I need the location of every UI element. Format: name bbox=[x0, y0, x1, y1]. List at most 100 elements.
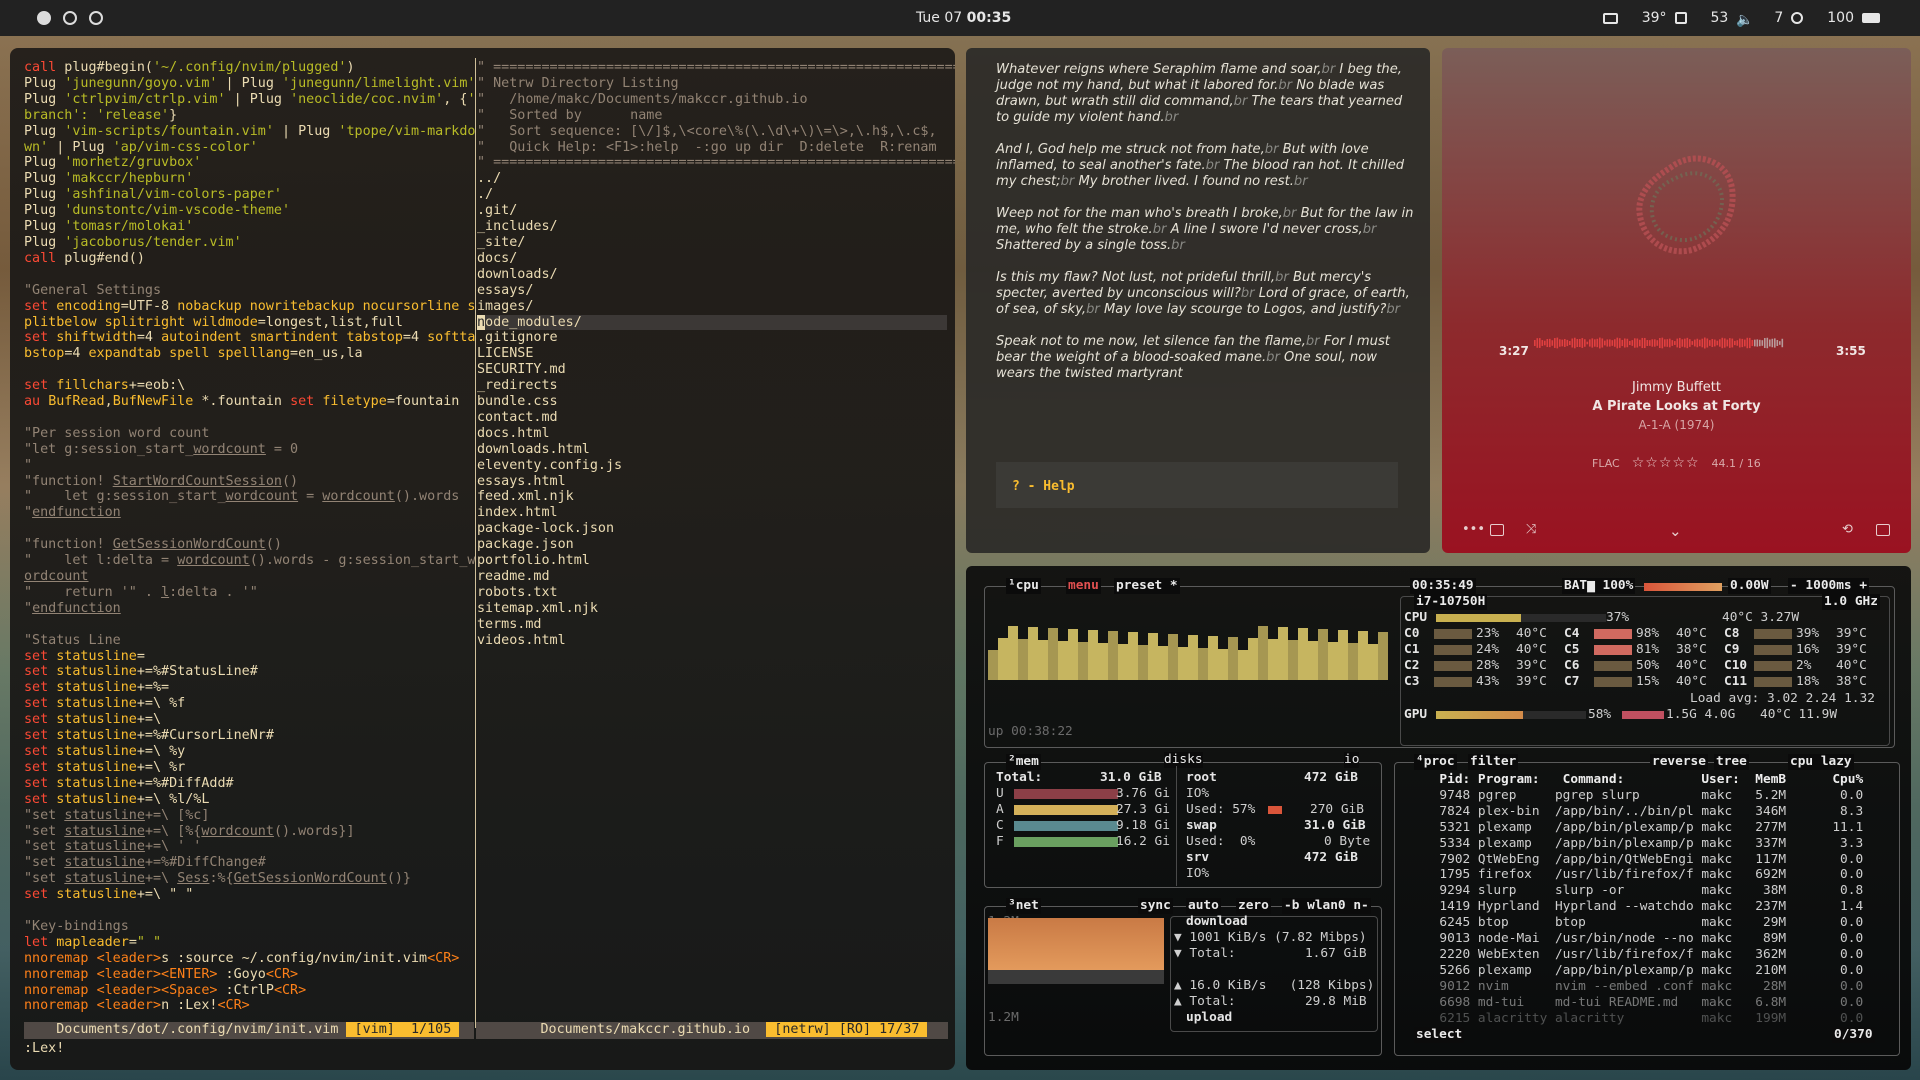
netrw-entry[interactable]: readme.md bbox=[477, 569, 947, 585]
process-row[interactable]: 6698 md-tui md-tui README.md makc 6.8M 0… bbox=[1424, 995, 1863, 1011]
repeat-icon[interactable]: ⟲ bbox=[1842, 522, 1853, 537]
netrw-entry[interactable]: robots.txt bbox=[477, 585, 947, 601]
init-vim-buffer[interactable]: call plug#begin('~/.config/nvim/plugged'… bbox=[24, 60, 476, 1014]
net-auto-toggle[interactable]: auto bbox=[1186, 898, 1221, 914]
workspace-1-dot[interactable] bbox=[37, 11, 51, 25]
screen-icon[interactable] bbox=[1490, 524, 1504, 536]
miniplayer-icon[interactable] bbox=[1876, 524, 1890, 536]
netrw-entry[interactable]: SECURITY.md bbox=[477, 362, 947, 378]
netrw-entry[interactable]: docs/ bbox=[477, 251, 947, 267]
workspace-2-dot[interactable] bbox=[63, 11, 77, 25]
netrw-entry[interactable]: terms.md bbox=[477, 617, 947, 633]
waveform-bar bbox=[1731, 338, 1734, 348]
waveform-bar bbox=[1579, 338, 1581, 348]
netrw-entry[interactable]: downloads/ bbox=[477, 267, 947, 283]
markdown-viewer-window[interactable]: Whatever reigns where Seraphim flame and… bbox=[966, 48, 1430, 553]
br-tag: br bbox=[1278, 78, 1293, 93]
proc-tree-toggle[interactable]: tree bbox=[1714, 754, 1749, 770]
track-album[interactable]: A-1-A (1974) bbox=[1442, 418, 1911, 432]
proc-select-label[interactable]: select bbox=[1414, 1027, 1465, 1043]
process-row[interactable]: 7824 plex-bin /app/bin/../bin/pl makc 34… bbox=[1424, 804, 1863, 820]
track-artist[interactable]: Jimmy Buffett bbox=[1442, 380, 1911, 395]
netrw-entry[interactable]: essays.html bbox=[477, 474, 947, 490]
process-row[interactable]: 2220 WebExten /usr/lib/firefox/f makc 36… bbox=[1424, 947, 1863, 963]
netrw-file-list[interactable]: .././.git/_includes/_site/docs/downloads… bbox=[477, 171, 947, 648]
process-row[interactable]: 5266 plexamp /app/bin/plexamp/p makc 210… bbox=[1424, 963, 1863, 979]
waveform-bar bbox=[1706, 338, 1709, 348]
net-box-title[interactable]: ³net bbox=[1006, 898, 1041, 914]
process-table[interactable]: Pid: Program: Command: User: MemB Cpu% 9… bbox=[1424, 772, 1863, 1027]
process-row[interactable]: 6215 alacritty alacritty makc 199M 0.0 bbox=[1424, 1011, 1863, 1027]
track-title: A Pirate Looks at Forty bbox=[1592, 399, 1761, 414]
process-row[interactable]: 7902 QtWebEng /app/bin/QtWebEngi makc 11… bbox=[1424, 852, 1863, 868]
netrw-header: " ======================================… bbox=[477, 60, 955, 171]
vim-command-line[interactable]: :Lex! bbox=[24, 1041, 64, 1057]
core-label: C9 bbox=[1724, 642, 1740, 657]
speaker-icon[interactable]: 🔈 bbox=[1736, 12, 1753, 28]
mem-box-title[interactable]: ²mem bbox=[1006, 754, 1041, 770]
process-row[interactable]: 9012 nvim nvim --embed .conf makc 28M 0.… bbox=[1424, 979, 1863, 995]
netrw-entry[interactable]: contact.md bbox=[477, 410, 947, 426]
netrw-entry[interactable]: ./ bbox=[477, 187, 947, 203]
brightness-icon[interactable] bbox=[1791, 12, 1804, 24]
more-icon[interactable]: ••• bbox=[1462, 522, 1485, 537]
proc-filter[interactable]: filter bbox=[1468, 754, 1519, 770]
netrw-entry[interactable]: _redirects bbox=[477, 378, 947, 394]
netrw-entry[interactable]: eleventy.config.js bbox=[477, 458, 947, 474]
netrw-entry[interactable]: feed.xml.njk bbox=[477, 489, 947, 505]
process-row[interactable]: 9013 node-Mai /usr/bin/node --no makc 89… bbox=[1424, 931, 1863, 947]
workspace-3-dot[interactable] bbox=[89, 11, 103, 25]
br-tag: br bbox=[1060, 174, 1075, 189]
proc-box-title[interactable]: ⁴proc bbox=[1414, 754, 1457, 770]
rating-stars[interactable]: ☆☆☆☆☆ bbox=[1632, 455, 1700, 471]
netrw-entry[interactable]: docs.html bbox=[477, 426, 947, 442]
netrw-entry[interactable]: ../ bbox=[477, 171, 947, 187]
disks-title[interactable]: disks bbox=[1164, 752, 1203, 768]
chevron-down-icon[interactable]: ⌄ bbox=[1669, 522, 1682, 540]
core-label: C11 bbox=[1724, 674, 1748, 689]
menu-button[interactable]: menu bbox=[1066, 578, 1101, 594]
netrw-entry[interactable]: index.html bbox=[477, 505, 947, 521]
netrw-entry[interactable]: _site/ bbox=[477, 235, 947, 251]
netrw-buffer[interactable]: " ======================================… bbox=[477, 60, 955, 649]
disks-io-toggle[interactable]: io bbox=[1344, 752, 1360, 768]
process-row[interactable]: 1795 firefox /usr/lib/firefox/f makc 692… bbox=[1424, 867, 1863, 883]
shuffle-icon[interactable]: ⤨ bbox=[1526, 522, 1536, 537]
netrw-entry[interactable]: portfolio.html bbox=[477, 553, 947, 569]
netrw-entry[interactable]: LICENSE bbox=[477, 346, 947, 362]
disk-root-used-value: 270 GiB bbox=[1310, 802, 1364, 817]
preset-button[interactable]: preset * bbox=[1114, 578, 1180, 594]
net-zero-toggle[interactable]: zero bbox=[1236, 898, 1271, 914]
netrw-entry[interactable]: .git/ bbox=[477, 203, 947, 219]
process-row[interactable]: 9294 slurp slurp -or makc 38M 0.8 bbox=[1424, 883, 1863, 899]
monitor-icon[interactable] bbox=[1602, 12, 1618, 24]
neovim-window[interactable]: call plug#begin('~/.config/nvim/plugged'… bbox=[10, 48, 955, 1070]
process-row[interactable]: 1419 Hyprland Hyprland --watchdo makc 23… bbox=[1424, 899, 1863, 915]
waveform-bar bbox=[1646, 339, 1649, 347]
net-interface-selector[interactable]: -b wlan0 n- bbox=[1282, 898, 1371, 914]
process-row[interactable]: 9748 pgrep pgrep slurp makc 5.2M 0.0 bbox=[1424, 788, 1863, 804]
netrw-entry[interactable]: essays/ bbox=[477, 283, 947, 299]
process-row[interactable]: 6245 btop btop makc 29M 0.0 bbox=[1424, 915, 1863, 931]
refresh-rate-control[interactable]: - 1000ms + bbox=[1788, 578, 1870, 594]
netrw-entry[interactable]: videos.html bbox=[477, 633, 947, 649]
cpu-box-title[interactable]: ¹cpu bbox=[1006, 578, 1041, 594]
proc-reverse-toggle[interactable]: reverse bbox=[1650, 754, 1708, 770]
waveform-bar bbox=[1711, 338, 1714, 348]
netrw-entry[interactable]: package-lock.json bbox=[477, 521, 947, 537]
netrw-entry[interactable]: package.json bbox=[477, 537, 947, 553]
netrw-entry[interactable]: downloads.html bbox=[477, 442, 947, 458]
netrw-entry[interactable]: sitemap.xml.njk bbox=[477, 601, 947, 617]
netrw-entry[interactable]: node_modules/ bbox=[477, 314, 947, 331]
plexamp-window[interactable]: 3:27 3:55 Jimmy Buffett A Pirate Looks a… bbox=[1442, 48, 1911, 553]
netrw-entry[interactable]: images/ bbox=[477, 299, 947, 315]
process-row[interactable]: 5334 plexamp /app/bin/plexamp/p makc 337… bbox=[1424, 836, 1863, 852]
btop-window[interactable]: ¹cpu menu preset * 00:35:49 BAT▆ 100% 0.… bbox=[966, 566, 1911, 1070]
netrw-entry[interactable]: bundle.css bbox=[477, 394, 947, 410]
netrw-entry[interactable]: .gitignore bbox=[477, 330, 947, 346]
process-row[interactable]: 5321 plexamp /app/bin/plexamp/p makc 277… bbox=[1424, 820, 1863, 836]
net-sync-toggle[interactable]: sync bbox=[1138, 898, 1173, 914]
proc-sort-selector[interactable]: cpu lazy bbox=[1788, 754, 1854, 770]
netrw-entry[interactable]: _includes/ bbox=[477, 219, 947, 235]
progress-waveform[interactable] bbox=[1534, 336, 1784, 350]
